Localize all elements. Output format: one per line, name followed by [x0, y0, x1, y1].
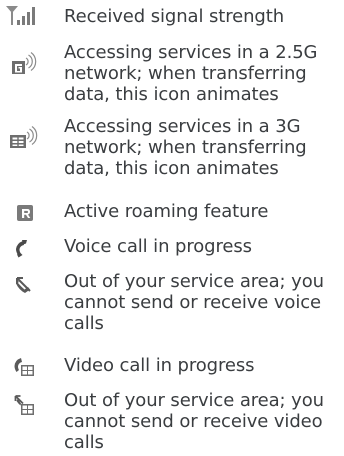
legend-description: Received signal strength [64, 6, 284, 27]
legend-description: Out of your service area; you cannot sen… [64, 271, 324, 334]
legend-description: Active roaming feature [64, 201, 269, 222]
no-voice-service-icon [4, 275, 40, 303]
icon-legend: Received signal strength Accessing servi… [0, 0, 344, 456]
voice-call-icon [4, 236, 40, 264]
legend-description: Accessing services in a 2.5G network; wh… [64, 42, 318, 105]
legend-description: Video call in progress [64, 355, 255, 376]
video-call-icon [4, 355, 40, 383]
roaming-icon [4, 201, 40, 229]
network-3g-icon [4, 126, 40, 154]
network-2-5g-icon [4, 52, 40, 80]
legend-description: Voice call in progress [64, 236, 252, 257]
legend-description: Out of your service area; you cannot sen… [64, 390, 324, 453]
signal-strength-icon [4, 3, 40, 31]
no-video-service-icon [4, 394, 40, 422]
legend-description: Accessing services in a 3G network; when… [64, 116, 307, 179]
